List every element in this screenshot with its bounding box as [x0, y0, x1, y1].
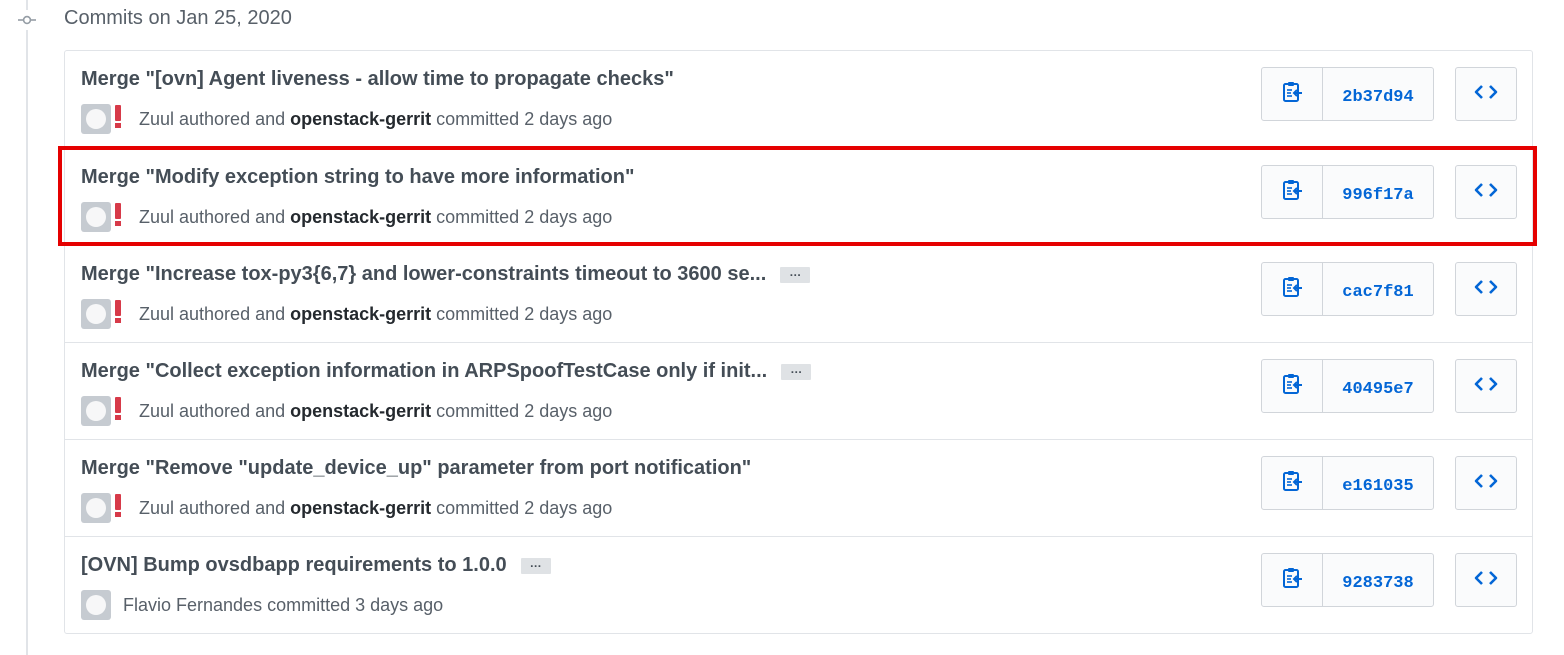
commit-sha-link[interactable]: 40495e7 — [1323, 360, 1433, 412]
committer-link[interactable]: openstack-gerrit — [290, 304, 431, 324]
author-avatar[interactable] — [81, 299, 111, 329]
commit-title: Merge "[ovn] Agent liveness - allow time… — [81, 68, 674, 91]
author-avatar[interactable] — [81, 396, 111, 426]
browse-repo-button[interactable] — [1455, 359, 1517, 413]
commit-title: Merge "Collect exception information in … — [81, 360, 812, 383]
sha-button-group: 996f17a — [1261, 165, 1434, 219]
code-icon — [1474, 472, 1498, 495]
browse-repo-button[interactable] — [1455, 165, 1517, 219]
clipboard-icon — [1281, 372, 1303, 401]
commit-row: Merge "Collect exception information in … — [65, 342, 1532, 439]
commit-meta-text: Zuul authored and openstack-gerrit commi… — [139, 497, 613, 518]
copy-sha-button[interactable] — [1262, 457, 1323, 509]
copy-sha-button[interactable] — [1262, 263, 1323, 315]
expand-message-button[interactable]: … — [520, 557, 551, 574]
commit-sha-link[interactable]: cac7f81 — [1323, 263, 1433, 315]
author-link[interactable]: Zuul — [139, 207, 174, 227]
clipboard-icon — [1281, 178, 1303, 207]
code-icon — [1474, 83, 1498, 106]
author-link[interactable]: Zuul — [139, 498, 174, 518]
sha-button-group: cac7f81 — [1261, 262, 1434, 316]
browse-repo-button[interactable] — [1455, 262, 1517, 316]
browse-repo-button[interactable] — [1455, 553, 1517, 607]
committer-avatar[interactable] — [113, 105, 127, 133]
commit-meta: Zuul authored and openstack-gerrit commi… — [81, 299, 612, 329]
commit-meta: Zuul authored and openstack-gerrit commi… — [81, 493, 612, 523]
copy-sha-button[interactable] — [1262, 166, 1323, 218]
browse-repo-button[interactable] — [1455, 456, 1517, 510]
sha-button-group: 2b37d94 — [1261, 67, 1434, 121]
code-icon — [1474, 375, 1498, 398]
commit-row: Merge "[ovn] Agent liveness - allow time… — [65, 51, 1532, 148]
clipboard-icon — [1281, 566, 1303, 595]
commit-meta-text: Flavio Fernandes committed 3 days ago — [123, 594, 444, 615]
committer-avatar[interactable] — [113, 494, 127, 522]
commit-meta-text: Zuul authored and openstack-gerrit commi… — [139, 206, 613, 227]
committer-avatar[interactable] — [113, 203, 127, 231]
author-link[interactable]: Flavio Fernandes — [123, 595, 262, 615]
commit-title: Merge "Remove "update_device_up" paramet… — [81, 457, 751, 480]
browse-repo-button[interactable] — [1455, 67, 1517, 121]
copy-sha-button[interactable] — [1262, 68, 1323, 120]
commit-title-link[interactable]: [OVN] Bump ovsdbapp requirements to 1.0.… — [81, 554, 507, 577]
git-commit-icon — [17, 10, 37, 30]
committer-avatar[interactable] — [113, 300, 127, 328]
sha-button-group: e161035 — [1261, 456, 1434, 510]
clipboard-icon — [1281, 80, 1303, 109]
commit-list: Merge "[ovn] Agent liveness - allow time… — [64, 50, 1533, 634]
commit-sha-link[interactable]: e161035 — [1323, 457, 1433, 509]
sha-button-group: 9283738 — [1261, 553, 1434, 607]
committer-avatar[interactable] — [113, 397, 127, 425]
commit-title-link[interactable]: Merge "Remove "update_device_up" paramet… — [81, 457, 751, 480]
copy-sha-button[interactable] — [1262, 360, 1323, 412]
expand-message-button[interactable]: … — [781, 363, 812, 380]
commit-meta-text: Zuul authored and openstack-gerrit commi… — [139, 400, 613, 421]
commit-title: Merge "Modify exception string to have m… — [81, 166, 634, 189]
author-link[interactable]: Zuul — [139, 401, 174, 421]
sha-button-group: 40495e7 — [1261, 359, 1434, 413]
commit-sha-link[interactable]: 2b37d94 — [1323, 68, 1433, 120]
commit-title-link[interactable]: Merge "Increase tox-py3{6,7} and lower-c… — [81, 263, 766, 286]
commit-meta-text: Zuul authored and openstack-gerrit commi… — [139, 108, 613, 129]
timeline-line — [26, 0, 28, 655]
copy-sha-button[interactable] — [1262, 554, 1323, 606]
committer-link[interactable]: openstack-gerrit — [290, 401, 431, 421]
clipboard-icon — [1281, 469, 1303, 498]
commit-row: Merge "Remove "update_device_up" paramet… — [65, 439, 1532, 536]
author-avatar[interactable] — [81, 590, 111, 620]
commit-title-link[interactable]: Merge "Modify exception string to have m… — [81, 166, 634, 189]
committer-link[interactable]: openstack-gerrit — [290, 109, 431, 129]
commit-row: Merge "Increase tox-py3{6,7} and lower-c… — [65, 245, 1532, 342]
commit-meta: Flavio Fernandes committed 3 days ago — [81, 590, 443, 620]
author-avatar[interactable] — [81, 202, 111, 232]
code-icon — [1474, 278, 1498, 301]
expand-message-button[interactable]: … — [780, 266, 811, 283]
commit-meta: Zuul authored and openstack-gerrit commi… — [81, 202, 612, 232]
commit-row: [OVN] Bump ovsdbapp requirements to 1.0.… — [65, 536, 1532, 633]
commit-meta: Zuul authored and openstack-gerrit commi… — [81, 396, 612, 426]
committer-link[interactable]: openstack-gerrit — [290, 498, 431, 518]
author-avatar[interactable] — [81, 104, 111, 134]
committer-link[interactable]: openstack-gerrit — [290, 207, 431, 227]
clipboard-icon — [1281, 275, 1303, 304]
author-link[interactable]: Zuul — [139, 109, 174, 129]
author-link[interactable]: Zuul — [139, 304, 174, 324]
commit-title-link[interactable]: Merge "[ovn] Agent liveness - allow time… — [81, 68, 674, 91]
commit-row: Merge "Modify exception string to have m… — [65, 148, 1532, 245]
code-icon — [1474, 569, 1498, 592]
commit-meta-text: Zuul authored and openstack-gerrit commi… — [139, 303, 613, 324]
commit-title: Merge "Increase tox-py3{6,7} and lower-c… — [81, 263, 811, 286]
author-avatar[interactable] — [81, 493, 111, 523]
commit-sha-link[interactable]: 9283738 — [1323, 554, 1433, 606]
code-icon — [1474, 181, 1498, 204]
commit-sha-link[interactable]: 996f17a — [1323, 166, 1433, 218]
commit-title-link[interactable]: Merge "Collect exception information in … — [81, 360, 767, 383]
commits-date-header: Commits on Jan 25, 2020 — [64, 7, 292, 29]
commit-meta: Zuul authored and openstack-gerrit commi… — [81, 104, 612, 134]
commit-title: [OVN] Bump ovsdbapp requirements to 1.0.… — [81, 554, 551, 577]
